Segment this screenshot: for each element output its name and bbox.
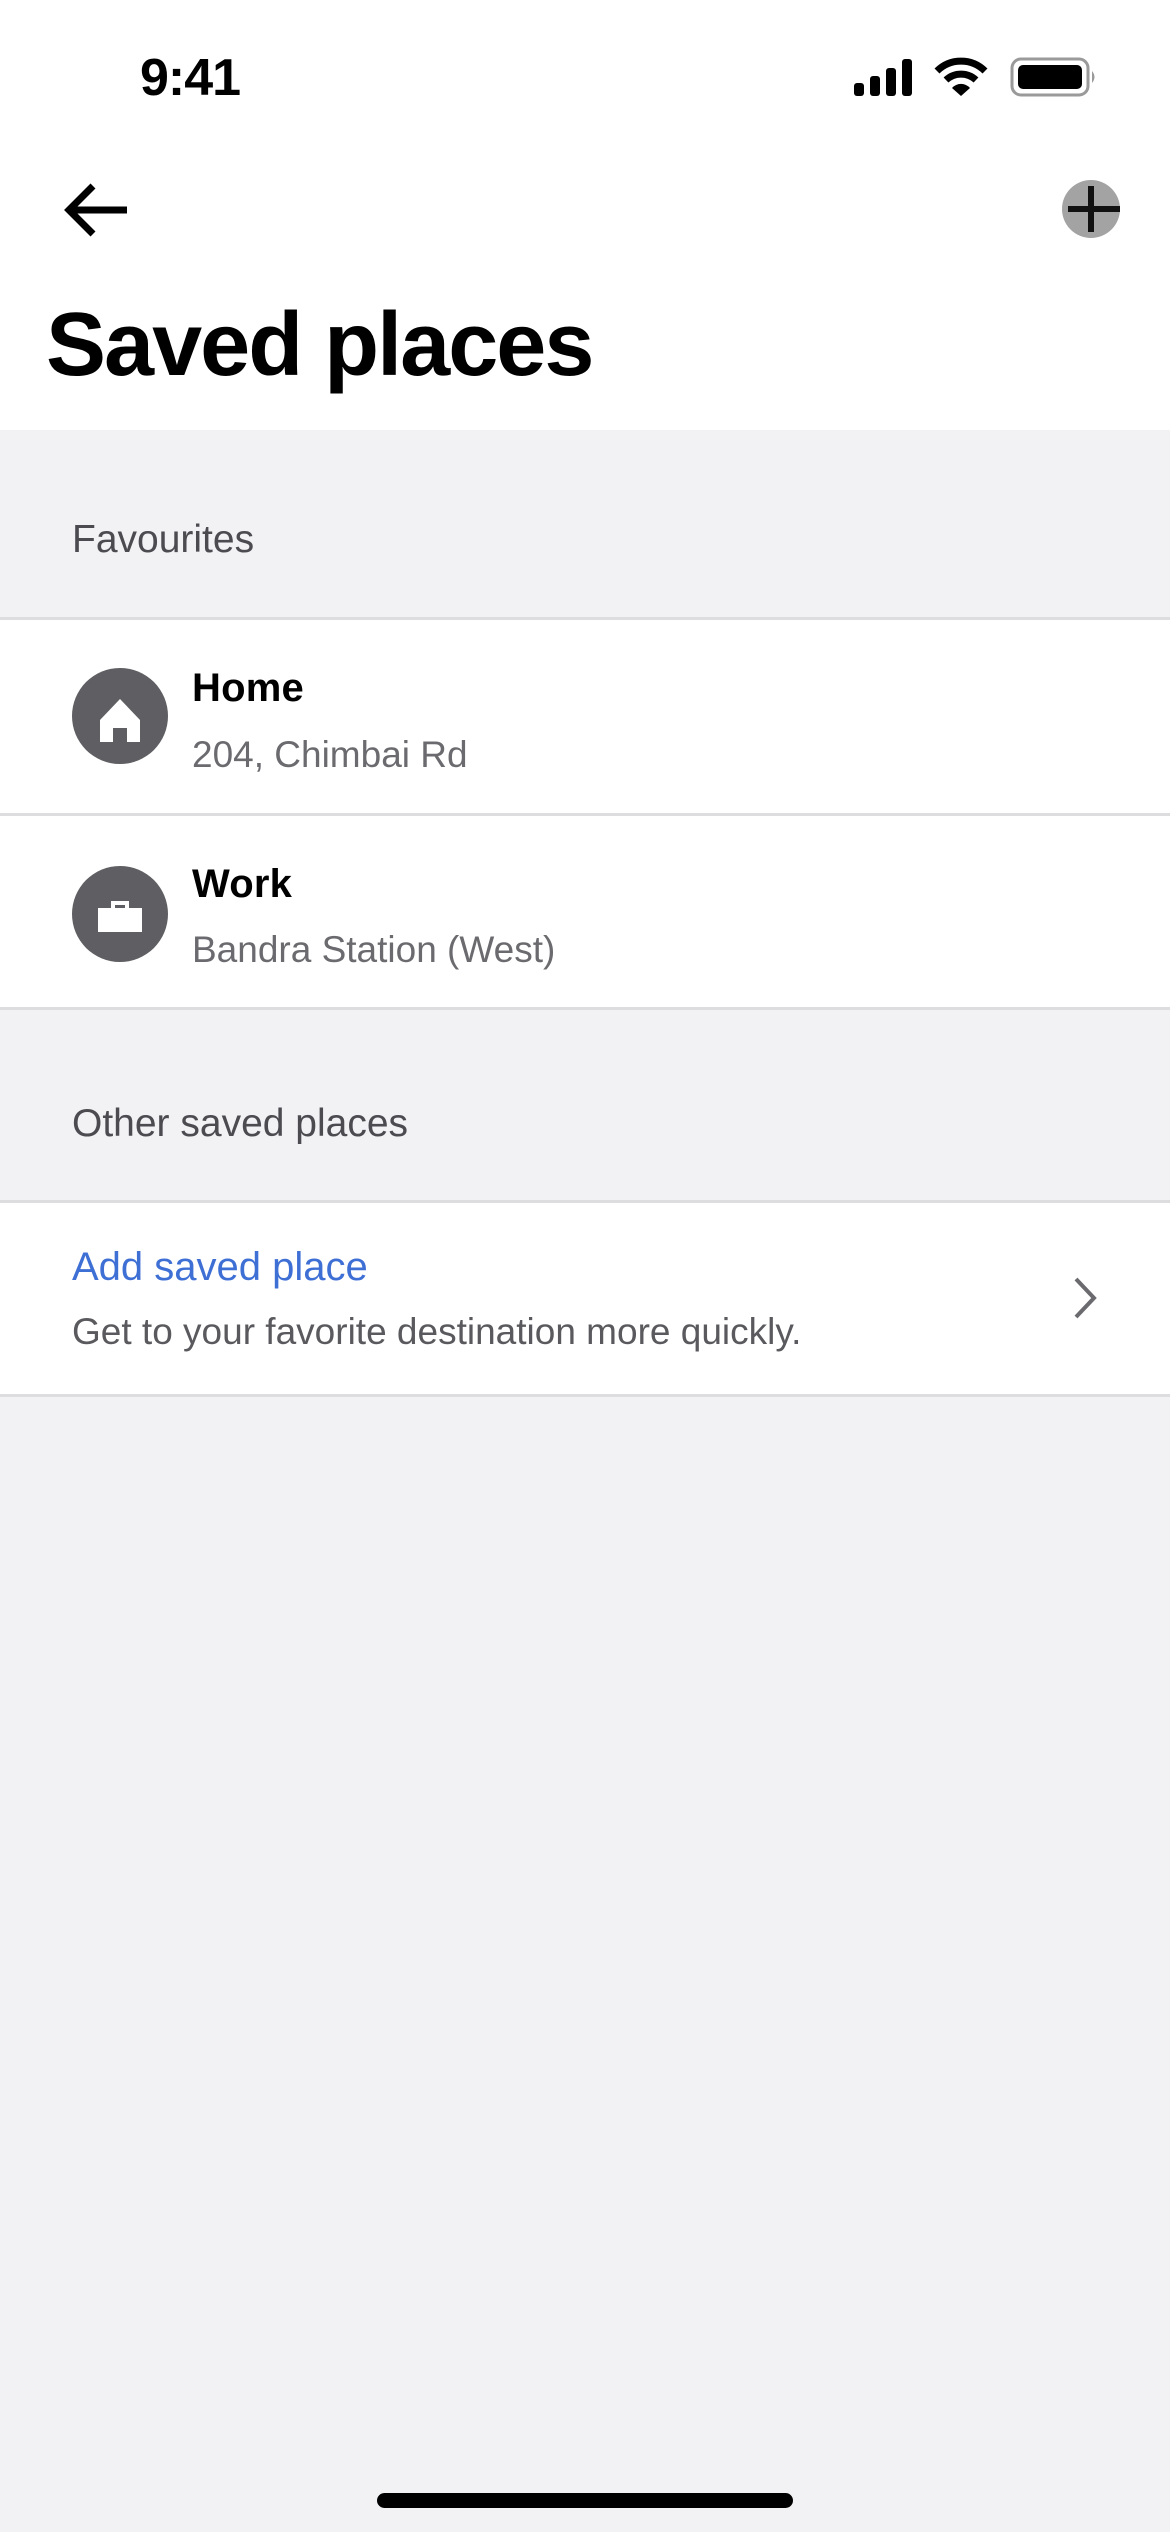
favourite-item-work[interactable]: Work Bandra Station (West)	[0, 816, 1170, 1007]
status-icons	[852, 55, 1095, 100]
work-icon-badge	[72, 866, 168, 962]
wifi-icon	[934, 57, 988, 96]
other-header-label: Other saved places	[72, 1102, 409, 1145]
header: 9:41 Saved places	[0, 0, 1170, 430]
favourite-item-home[interactable]: Home 204, Chimbai Rd	[0, 620, 1170, 813]
saved-places-screen: 9:41 Saved places Favourites Home 204, C…	[0, 0, 1170, 2532]
page-title: Saved places	[46, 295, 594, 395]
place-title: Work	[192, 862, 293, 906]
arrow-left-icon	[64, 183, 127, 237]
back-button[interactable]	[56, 170, 136, 250]
cellular-signal-icon	[854, 59, 912, 96]
chevron-right-icon	[1074, 1277, 1097, 1319]
divider	[0, 1394, 1170, 1397]
add-place-button[interactable]	[1062, 180, 1120, 238]
favourites-section-header: Favourites	[0, 430, 1170, 617]
place-address: 204, Chimbai Rd	[192, 734, 468, 775]
status-time: 9:41	[140, 49, 241, 107]
add-saved-place-row[interactable]: Add saved place Get to your favorite des…	[0, 1203, 1170, 1394]
briefcase-icon	[98, 901, 142, 932]
place-address: Bandra Station (West)	[192, 929, 556, 970]
home-indicator[interactable]	[377, 2493, 793, 2508]
battery-icon	[1010, 57, 1095, 97]
home-icon	[100, 699, 140, 742]
favourites-header-label: Favourites	[72, 518, 255, 561]
other-section-header: Other saved places	[0, 1010, 1170, 1200]
place-title: Home	[192, 666, 304, 710]
home-icon-badge	[72, 668, 168, 764]
plus-icon	[1068, 186, 1120, 232]
add-saved-place-description: Get to your favorite destination more qu…	[72, 1311, 802, 1352]
add-saved-place-link[interactable]: Add saved place	[72, 1245, 368, 1290]
